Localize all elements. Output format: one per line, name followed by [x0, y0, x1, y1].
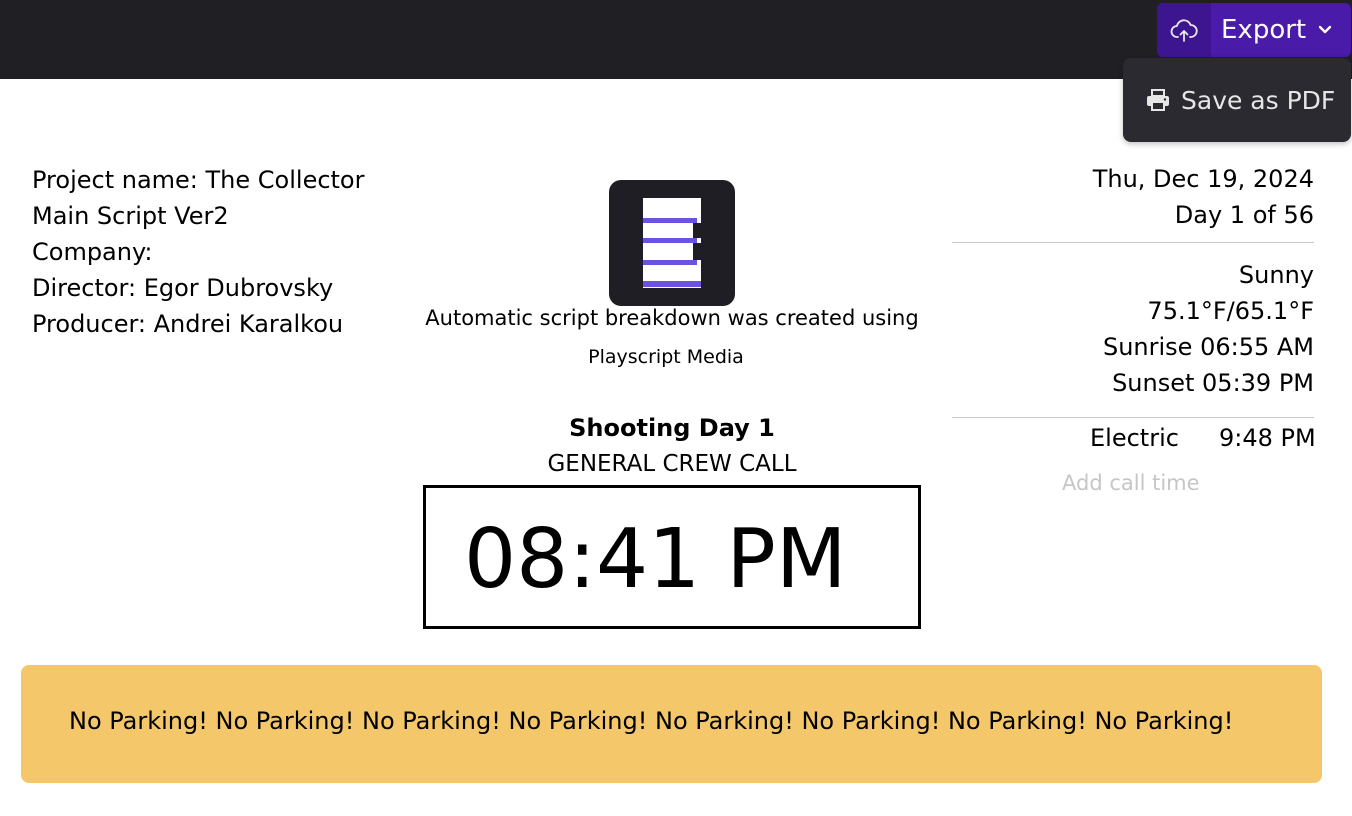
divider-2	[952, 417, 1314, 418]
breakdown-caption: Automatic script breakdown was created u…	[425, 306, 919, 330]
export-dropdown-menu: Save as PDF	[1123, 58, 1351, 142]
crew-call-time: 08:41 PM	[464, 512, 847, 607]
save-as-pdf-menu-item[interactable]: Save as PDF	[1123, 58, 1351, 142]
shooting-day-title: Shooting Day 1	[569, 414, 775, 442]
director: Director: Egor Dubrovsky	[32, 274, 334, 302]
department-name: Electric	[1090, 424, 1179, 452]
project-name: Project name: The Collector	[32, 166, 365, 194]
printer-icon	[1147, 89, 1169, 111]
brand-name: Playscript Media	[588, 346, 744, 368]
sunrise-time: Sunrise 06:55 AM	[1102, 333, 1314, 361]
save-as-pdf-label: Save as PDF	[1181, 85, 1336, 115]
sunset-time: Sunset 05:39 PM	[1112, 369, 1314, 397]
company: Company:	[32, 238, 153, 266]
weather-temps: 75.1°F/65.1°F	[1147, 297, 1314, 325]
notice-text: No Parking! No Parking! No Parking! No P…	[69, 707, 1234, 735]
script-version: Main Script Ver2	[32, 202, 229, 230]
crew-call-time-box[interactable]: 08:41 PM	[423, 485, 921, 629]
producer: Producer: Andrei Karalkou	[32, 310, 344, 338]
export-label: Export	[1221, 15, 1307, 45]
department-call-time[interactable]: 9:48 PM	[1219, 424, 1316, 452]
divider-1	[952, 242, 1314, 243]
weather-condition: Sunny	[1238, 261, 1314, 289]
playscript-logo-icon	[609, 180, 735, 306]
cloud-upload-icon	[1157, 3, 1211, 57]
notice-banner: No Parking! No Parking! No Parking! No P…	[21, 665, 1322, 783]
day-count: Day 1 of 56	[1174, 201, 1314, 229]
crew-call-label: GENERAL CREW CALL	[547, 451, 797, 477]
project-info: Project name: The Collector Main Script …	[32, 162, 364, 342]
chevron-down-icon	[1311, 3, 1339, 57]
export-button[interactable]: Export	[1157, 3, 1351, 57]
weather-info: Sunny 75.1°F/65.1°F Sunrise 06:55 AM Sun…	[952, 257, 1314, 401]
add-call-time-button[interactable]: Add call time	[1062, 471, 1200, 495]
date-info: Thu, Dec 19, 2024 Day 1 of 56	[952, 161, 1314, 233]
shoot-date: Thu, Dec 19, 2024	[1092, 165, 1314, 193]
